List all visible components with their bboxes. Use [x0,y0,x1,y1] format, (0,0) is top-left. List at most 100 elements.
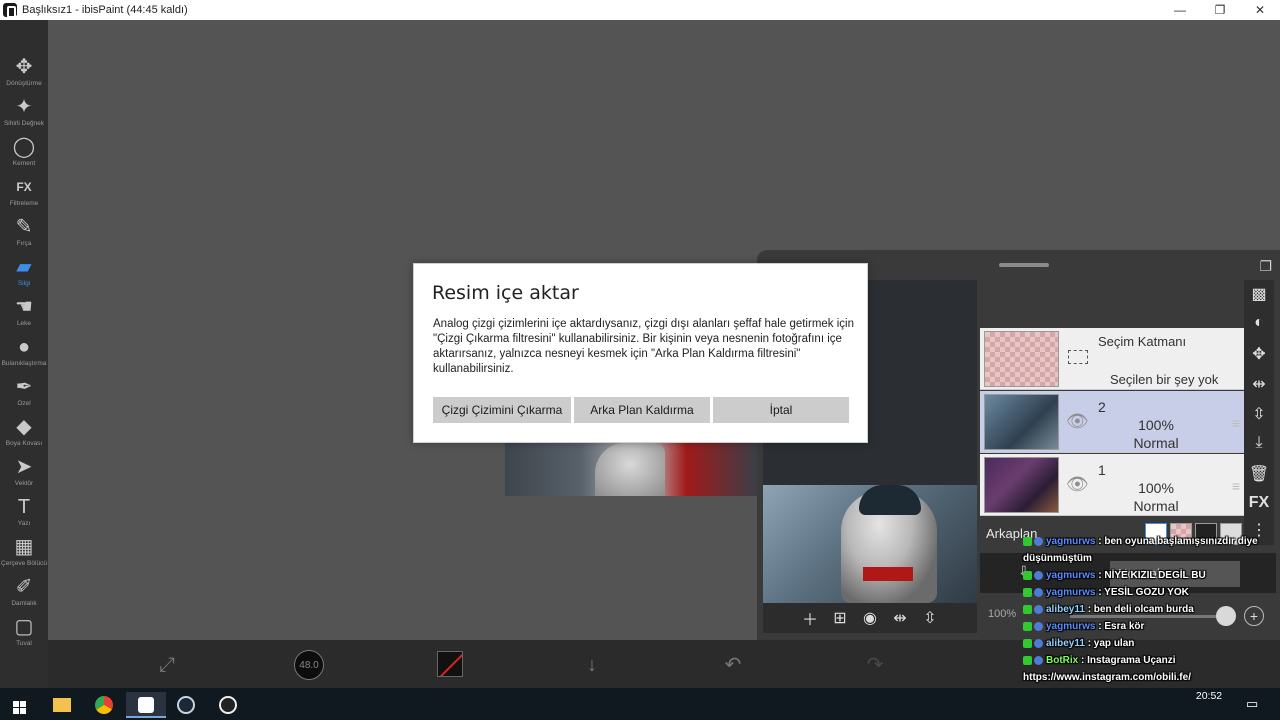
notification-center-icon[interactable]: ▭ [1246,696,1258,712]
chat-username: alibey11 [1046,604,1085,615]
chat-message: yagmurws : NİYE KIZIL DEGİL BU [1023,567,1280,584]
magic-wand-icon: ✦ [15,96,33,118]
user-badge-icon [1034,570,1043,580]
line-extraction-button[interactable]: Çizgi Çizimini Çıkarma [433,397,571,423]
kick-badge-icon [1023,638,1032,648]
clipping-icon[interactable]: ◐ [1244,314,1274,332]
tool-text[interactable]: T Yazı [0,494,48,534]
flip-horizontal-icon[interactable]: ⇹ [889,608,911,628]
layers-header [980,280,1244,326]
delete-layer-icon[interactable]: 🗑 [1244,464,1274,484]
tool-lasso[interactable]: ◯ Kement [0,134,48,174]
tool-canvas[interactable]: ▢ Tuval [0,614,48,654]
kick-badge-icon [1023,570,1032,580]
tool-label: Sihirli Değnek [3,120,45,127]
tool-label: Tuval [16,640,32,647]
tool-smudge[interactable]: ☚ Leke [0,294,48,334]
lasso-icon: ◯ [12,136,36,158]
title-bar: Başlıksız1 - ibisPaint (44:45 kaldı) — ❐… [0,0,1280,20]
taskbar-clock[interactable]: 20:52 [1183,690,1235,703]
app-window: Başlıksız1 - ibisPaint (44:45 kaldı) — ❐… [0,0,1280,720]
chat-message: yagmurws : YESİL GOZU YOK [1023,584,1280,601]
chat-text: : NİYE KIZIL DEGİL BU [1098,570,1206,581]
selection-icon [1068,350,1088,364]
file-explorer-icon[interactable] [42,692,82,718]
layer-row[interactable]: 👁 1 100% Normal ≡ [980,454,1244,516]
panel-drag-handle[interactable] [999,263,1049,267]
drag-handle-icon[interactable]: ≡ [1232,415,1240,431]
tool-label: Çerçeve Bölücü [1,560,47,567]
clock-time: 20:52 [1195,690,1223,702]
obs-icon[interactable] [208,692,248,718]
chat-message: yagmurws : ben oyuna başlamışsınızdır di… [1023,533,1280,567]
dialog-buttons: Çizgi Çizimini Çıkarma Arka Plan Kaldırm… [433,397,849,423]
merge-layer-icon[interactable]: ⤓ [1244,434,1274,452]
eyedropper-icon: ✐ [15,576,33,598]
windows-start-button[interactable] [0,692,40,718]
tool-brush[interactable]: ✎ Fırça [0,214,48,254]
tool-frame-divider[interactable]: ▦ Çerçeve Bölücü [0,534,48,574]
checker-icon[interactable]: ▩ [1244,284,1274,304]
layer-opacity: 100% [1138,417,1174,433]
flip-layer-icon[interactable]: ⇹ [1244,374,1274,394]
background-removal-button[interactable]: Arka Plan Kaldırma [574,397,710,423]
user-badge-icon [1034,621,1043,631]
ibispaint-taskbar-icon[interactable] [126,692,166,718]
transform-tool-icon[interactable]: ⤢ [154,652,180,678]
tool-label: Yazı [17,520,31,527]
tool-blur[interactable]: ● Bulanıklaştırma [0,334,48,374]
download-arrow-icon[interactable]: ↓ [579,652,605,678]
layer-blend-mode: Normal [1133,498,1179,514]
chat-username: yagmurws [1046,621,1096,632]
undo-icon[interactable]: ↶ [720,652,746,678]
selection-layer-title: Seçim Katmanı [1098,334,1187,349]
frame-divider-icon: ▦ [14,536,34,558]
cancel-button[interactable]: İptal [713,397,849,423]
layer-thumbnail [984,394,1059,450]
tool-magic-wand[interactable]: ✦ Sihirli Değnek [0,94,48,134]
kick-badge-icon [1023,536,1032,546]
drag-handle-icon[interactable]: ≡ [1232,478,1240,494]
chat-username: yagmurws [1046,587,1096,598]
duplicate-layer-icon[interactable]: ⊞ [829,608,851,628]
move-layer-icon[interactable]: ✥ [1244,344,1274,364]
camera-icon[interactable]: ◉ [859,608,881,628]
tool-label: Bulanıklaştırma [1,360,47,367]
tool-filter[interactable]: FX Filtreleme [0,174,48,214]
tool-vector[interactable]: ➤ Vektör [0,454,48,494]
selection-layer-row[interactable]: Seçim Katmanı Seçilen bir şey yok [980,328,1244,390]
text-icon: T [17,496,31,518]
vector-icon: ➤ [15,456,33,478]
color-swatch[interactable] [437,651,463,677]
smudge-icon: ☚ [15,296,33,318]
close-button[interactable]: ✕ [1240,0,1280,20]
flip-vertical-icon[interactable]: ⇳ [919,608,941,628]
maximize-button[interactable]: ❐ [1200,0,1240,20]
chat-text: : ben deli olcam burda [1087,604,1194,615]
fx-icon[interactable]: FX [1244,494,1274,512]
tool-eraser[interactable]: ▰ Silgi [0,254,48,294]
brush-size-indicator[interactable]: 48.0 [294,650,324,680]
tool-move[interactable]: ✥ Dönüştürme [0,54,48,94]
chat-username: yagmurws [1046,536,1096,547]
chat-message: yagmurws : Esra kör [1023,618,1280,635]
tool-eyedropper[interactable]: ✐ Damlalık [0,574,48,614]
layer-actions-bar: ＋ ⊞ ◉ ⇹ ⇳ [763,603,977,633]
windows-taskbar: 20:52 ▭ [0,688,1280,720]
chat-message: BotRix : Instagrama Uçanzi https://www.i… [1023,652,1280,686]
blur-icon: ● [17,336,31,358]
tool-fill-bucket[interactable]: ◆ Boya Kovası [0,414,48,454]
layer-row[interactable]: 👁 2 100% Normal ≡ [980,391,1244,453]
user-badge-icon [1034,587,1043,597]
ibispaint-app-icon [3,3,17,18]
add-layer-icon[interactable]: ＋ [799,606,821,630]
steam-icon[interactable] [166,692,206,718]
tool-special[interactable]: ✒ Özel [0,374,48,414]
tool-label: Dönüştürme [6,80,42,87]
panel-maximize-icon[interactable]: ❐ [1259,258,1272,275]
rotate-layer-icon[interactable]: ⇳ [1244,404,1274,424]
eraser-icon: ▰ [16,256,32,278]
chrome-icon[interactable] [84,692,124,718]
minimize-button[interactable]: — [1160,0,1200,20]
redo-icon[interactable]: ↷ [862,652,888,678]
